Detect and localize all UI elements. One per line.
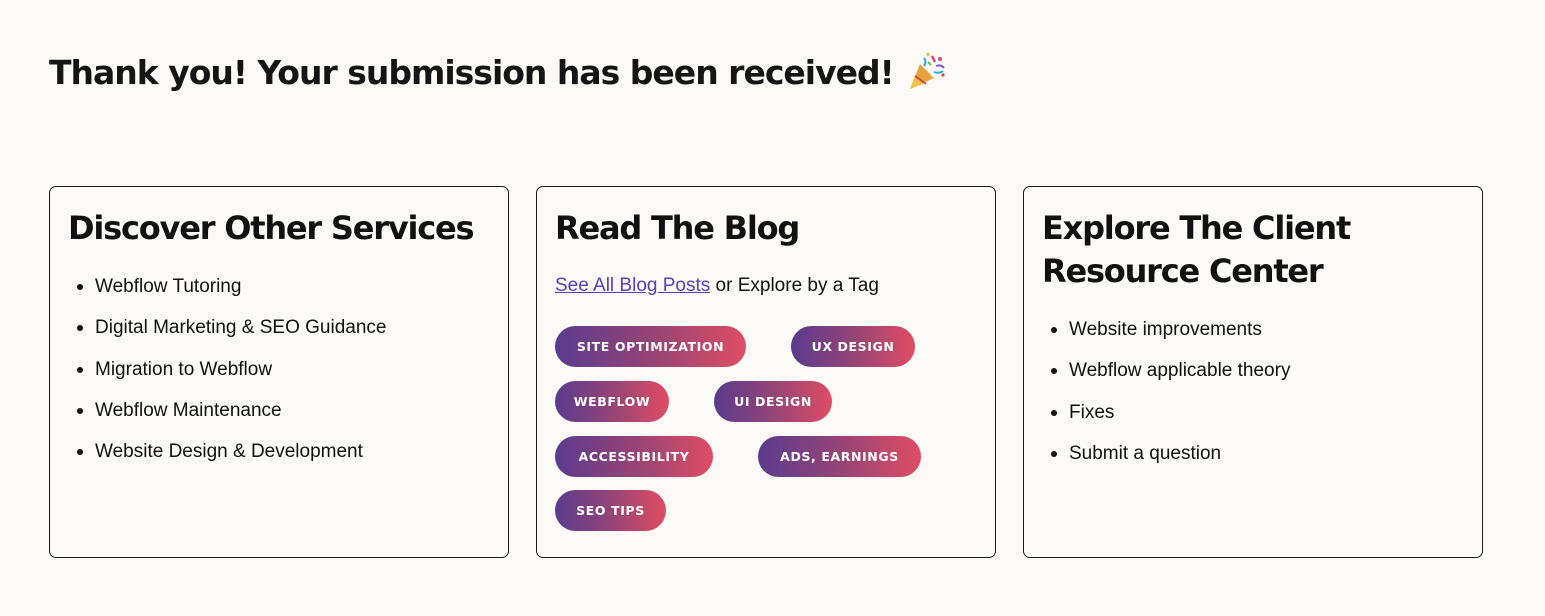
list-item-label: Submit a question bbox=[1069, 442, 1222, 464]
see-all-blog-posts-link[interactable]: See All Blog Posts bbox=[555, 275, 710, 296]
tag-pill[interactable]: UI DESIGN bbox=[714, 381, 832, 422]
tag-pill[interactable]: UX DESIGN bbox=[791, 326, 915, 367]
blog-title: Read The Blog bbox=[555, 209, 800, 247]
list-item-label: Webflow Maintenance bbox=[95, 399, 282, 421]
bullet-icon bbox=[77, 366, 83, 373]
bullet-icon bbox=[77, 325, 83, 332]
list-item: Webflow Maintenance bbox=[77, 400, 490, 441]
list-item-label: Website Design & Development bbox=[95, 441, 363, 463]
list-item-label: Migration to Webflow bbox=[95, 358, 273, 380]
bullet-icon bbox=[1051, 450, 1057, 457]
services-card: Discover Other Services Webflow Tutoring… bbox=[49, 186, 509, 558]
tag-pill[interactable]: WEBFLOW bbox=[555, 381, 669, 422]
bullet-icon bbox=[1051, 327, 1057, 333]
tag-pill[interactable]: ACCESSIBILITY bbox=[555, 436, 713, 477]
blog-card: Read The Blog See All Blog Posts or Expl… bbox=[536, 186, 996, 558]
tag-pill[interactable]: SITE OPTIMIZATION bbox=[555, 326, 746, 367]
bullet-icon bbox=[77, 284, 83, 290]
success-message-text: Thank you! Your submission has been rece… bbox=[49, 52, 895, 92]
success-message: Thank you! Your submission has been rece… bbox=[49, 52, 946, 92]
bullet-icon bbox=[77, 449, 83, 456]
list-item: Website improvements bbox=[1051, 319, 1464, 360]
services-title: Discover Other Services bbox=[68, 209, 475, 247]
list-item-label: Fixes bbox=[1069, 401, 1115, 423]
list-item: Migration to Webflow bbox=[77, 359, 490, 400]
party-popper-icon bbox=[906, 52, 946, 92]
blog-intro: See All Blog Posts or Explore by a Tag bbox=[555, 274, 977, 298]
list-item: Submit a question bbox=[1051, 443, 1464, 484]
tag-pill[interactable]: SEO TIPS bbox=[555, 490, 666, 531]
blog-intro-suffix: or Explore by a Tag bbox=[710, 275, 879, 296]
list-item: Webflow Tutoring bbox=[77, 276, 490, 317]
resources-list: Website improvements Webflow applicable t… bbox=[1042, 319, 1464, 484]
list-item-label: Digital Marketing & SEO Guidance bbox=[95, 317, 387, 339]
services-list: Webflow Tutoring Digital Marketing & SEO … bbox=[68, 276, 490, 482]
resources-card: Explore The Client Resource Center Websi… bbox=[1023, 186, 1483, 558]
list-item-label: Website improvements bbox=[1069, 319, 1262, 340]
tag-pill[interactable]: ADS, EARNINGS bbox=[758, 436, 921, 477]
bullet-icon bbox=[1051, 368, 1057, 375]
bullet-icon bbox=[1051, 409, 1057, 416]
list-item-label: Webflow applicable theory bbox=[1069, 360, 1291, 382]
bullet-icon bbox=[77, 407, 83, 414]
list-item-label: Webflow Tutoring bbox=[95, 276, 242, 297]
tag-list: SITE OPTIMIZATION UX DESIGN WEBFLOW UI DESI… bbox=[555, 326, 977, 556]
page: Thank you! Your submission has been rece… bbox=[0, 0, 1545, 616]
list-item: Fixes bbox=[1051, 402, 1464, 443]
list-item: Website Design & Development bbox=[77, 441, 490, 482]
list-item: Webflow applicable theory bbox=[1051, 360, 1464, 401]
list-item: Digital Marketing & SEO Guidance bbox=[77, 317, 490, 358]
resources-title: Explore The Client Resource Center bbox=[1042, 209, 1351, 290]
